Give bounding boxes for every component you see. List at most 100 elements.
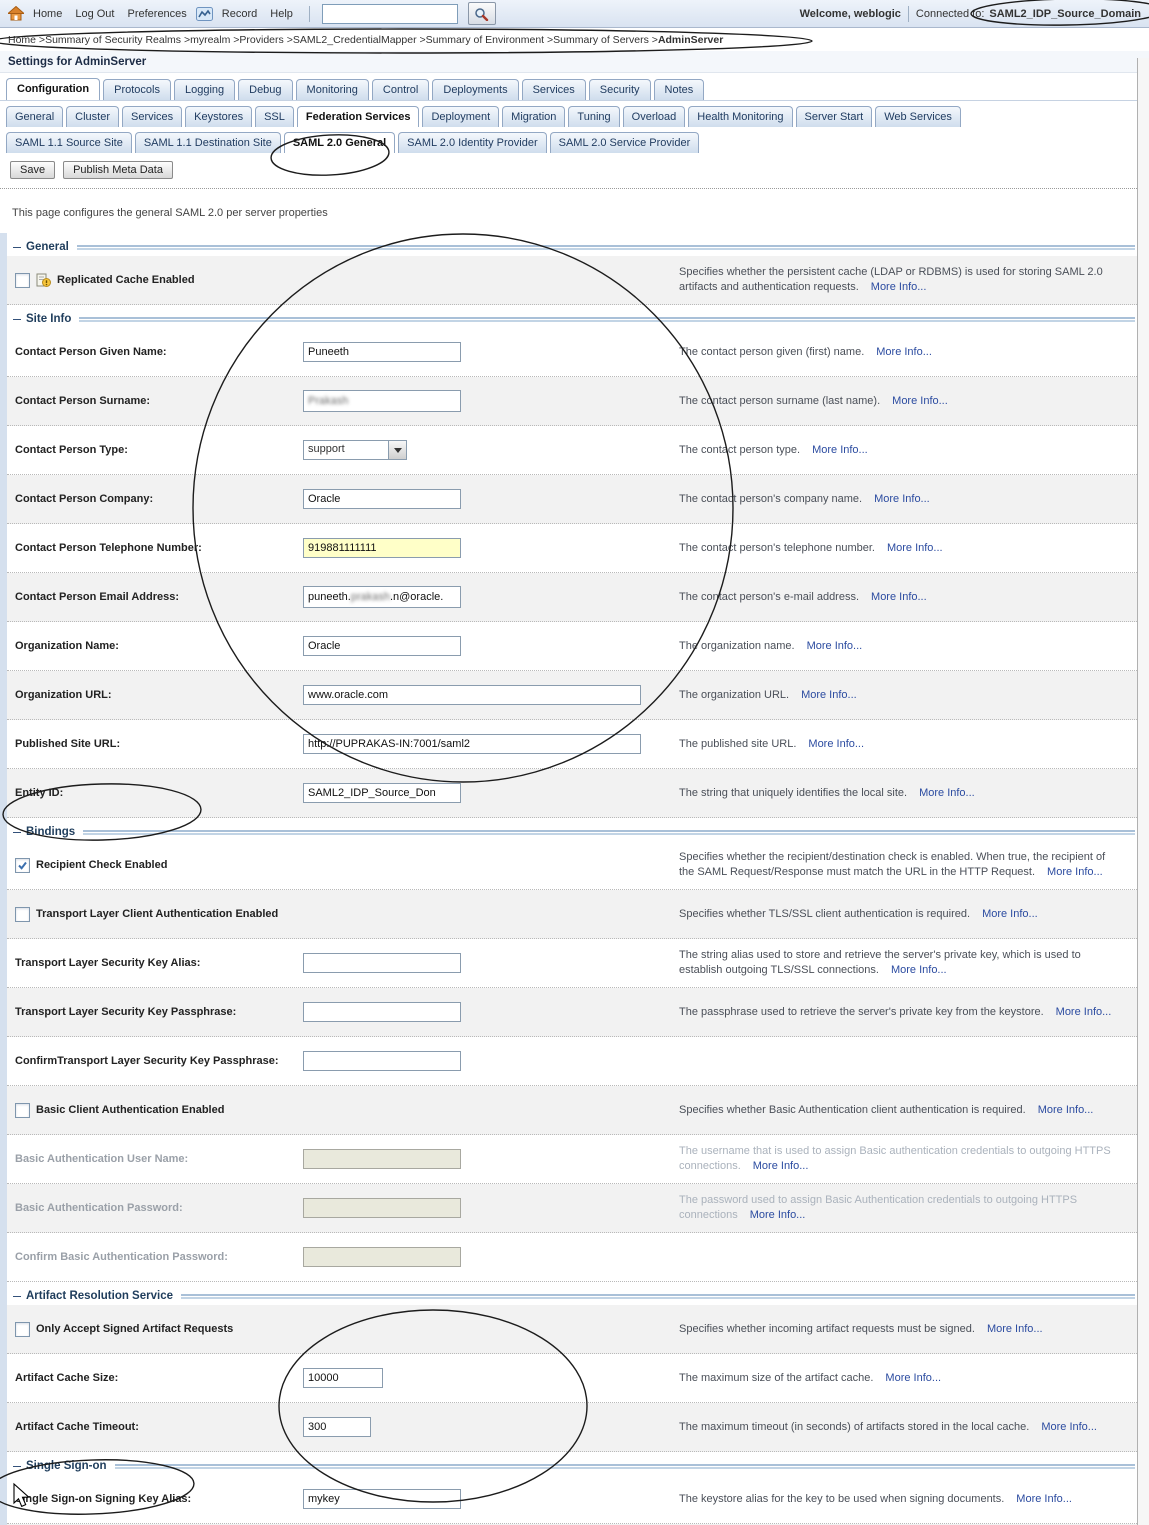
- contact-person-type-select[interactable]: support: [303, 440, 407, 460]
- contact-person-surname-input[interactable]: Prakash: [303, 390, 461, 412]
- more-info-link[interactable]: More Info...: [807, 640, 863, 652]
- tab-monitoring[interactable]: Monitoring: [296, 79, 369, 100]
- tab-deployments[interactable]: Deployments: [432, 79, 518, 100]
- breadcrumb-item-summary-of-security-realms[interactable]: Summary of Security Realms: [45, 34, 181, 46]
- published-site-url-input[interactable]: [303, 734, 641, 754]
- only-accept-signed-artifact-requests-checkbox[interactable]: [15, 1322, 30, 1337]
- more-info-link[interactable]: More Info...: [1056, 1006, 1112, 1018]
- more-info-link[interactable]: More Info...: [876, 346, 932, 358]
- tab-saml-2-0-service-provider[interactable]: SAML 2.0 Service Provider: [550, 132, 700, 153]
- single-sign-on-signing-key-alias-input[interactable]: [303, 1489, 461, 1509]
- more-info-link[interactable]: More Info...: [812, 444, 868, 456]
- tab-migration[interactable]: Migration: [502, 106, 565, 127]
- more-info-link[interactable]: More Info...: [1016, 1493, 1072, 1505]
- tab-logging[interactable]: Logging: [174, 79, 235, 100]
- logout-link[interactable]: Log Out: [71, 8, 118, 20]
- tab-deployment[interactable]: Deployment: [422, 106, 499, 127]
- search-input[interactable]: [322, 4, 458, 24]
- chevron-down-icon[interactable]: [388, 441, 406, 459]
- tab-health-monitoring[interactable]: Health Monitoring: [688, 106, 792, 127]
- collapse-icon[interactable]: [13, 1296, 21, 1297]
- collapse-icon[interactable]: [13, 319, 21, 320]
- tab-web-services[interactable]: Web Services: [875, 106, 961, 127]
- more-info-link[interactable]: More Info...: [753, 1160, 809, 1172]
- contact-person-telephone-number-input[interactable]: [303, 538, 461, 558]
- more-info-link[interactable]: More Info...: [871, 281, 927, 293]
- tab-debug[interactable]: Debug: [238, 79, 292, 100]
- field-label: Transport Layer Security Key Alias:: [15, 957, 200, 969]
- tab-cluster[interactable]: Cluster: [66, 106, 119, 127]
- more-info-link[interactable]: More Info...: [919, 787, 975, 799]
- basic-client-authentication-enabled-checkbox[interactable]: [15, 1103, 30, 1118]
- confirmtransport-layer-security-key-passphrase-input[interactable]: [303, 1051, 461, 1071]
- entity-id-input[interactable]: [303, 783, 461, 803]
- transport-layer-security-key-alias-input[interactable]: [303, 953, 461, 973]
- vertical-scrollbar[interactable]: [1137, 58, 1149, 1525]
- home-link[interactable]: Home: [29, 8, 66, 20]
- more-info-link[interactable]: More Info...: [1041, 1421, 1097, 1433]
- tab-tuning[interactable]: Tuning: [568, 106, 619, 127]
- tab-protocols[interactable]: Protocols: [103, 79, 171, 100]
- more-info-link[interactable]: More Info...: [801, 689, 857, 701]
- tab-notes[interactable]: Notes: [654, 79, 705, 100]
- more-info-link[interactable]: More Info...: [808, 738, 864, 750]
- collapse-icon[interactable]: [13, 832, 21, 833]
- more-info-link[interactable]: More Info...: [892, 395, 948, 407]
- breadcrumb-separator: >: [181, 34, 190, 46]
- transport-layer-client-authentication-enabled-checkbox[interactable]: [15, 907, 30, 922]
- tab-keystores[interactable]: Keystores: [185, 106, 252, 127]
- breadcrumb-item-saml2-credentialmapper[interactable]: SAML2_CredentialMapper: [293, 34, 417, 46]
- tab-services[interactable]: Services: [522, 79, 586, 100]
- artifact-cache-timeout-input[interactable]: [303, 1417, 371, 1437]
- more-info-link[interactable]: More Info...: [874, 493, 930, 505]
- tab-saml-2-0-identity-provider[interactable]: SAML 2.0 Identity Provider: [398, 132, 546, 153]
- tab-saml-1-1-destination-site[interactable]: SAML 1.1 Destination Site: [135, 132, 281, 153]
- recipient-check-enabled-checkbox[interactable]: [15, 858, 30, 873]
- tab-services[interactable]: Services: [122, 106, 182, 127]
- contact-person-email-address-input[interactable]: puneeth.prakash.n@oracle.: [303, 586, 461, 608]
- more-info-link[interactable]: More Info...: [1038, 1104, 1094, 1116]
- organization-url-input[interactable]: [303, 685, 641, 705]
- more-info-link[interactable]: More Info...: [887, 542, 943, 554]
- more-info-link[interactable]: More Info...: [750, 1209, 806, 1221]
- replicated-cache-enabled-checkbox[interactable]: [15, 273, 30, 288]
- transport-layer-security-key-passphrase-input[interactable]: [303, 1002, 461, 1022]
- tab-overload[interactable]: Overload: [623, 106, 686, 127]
- tab-security[interactable]: Security: [589, 79, 651, 100]
- field-label: Transport Layer Security Key Passphrase:: [15, 1006, 236, 1018]
- more-info-link[interactable]: More Info...: [1047, 866, 1103, 878]
- tab-ssl[interactable]: SSL: [255, 106, 294, 127]
- breadcrumb-item-summary-of-servers[interactable]: Summary of Servers: [553, 34, 649, 46]
- save-button[interactable]: Save: [10, 161, 55, 179]
- field-label-cell: Basic Authentication Password:: [7, 1202, 303, 1214]
- more-info-link[interactable]: More Info...: [987, 1323, 1043, 1335]
- more-info-link[interactable]: More Info...: [891, 964, 947, 976]
- tab-federation-services[interactable]: Federation Services: [297, 106, 420, 127]
- publish-meta-data-button[interactable]: Publish Meta Data: [63, 161, 173, 179]
- preferences-link[interactable]: Preferences: [123, 8, 190, 20]
- tab-saml-2-0-general[interactable]: SAML 2.0 General: [284, 132, 395, 153]
- tab-general[interactable]: General: [6, 106, 63, 127]
- description-text: The contact person's e-mail address.: [679, 591, 859, 603]
- more-info-link[interactable]: More Info...: [885, 1372, 941, 1384]
- help-link[interactable]: Help: [266, 8, 297, 20]
- search-button[interactable]: [468, 2, 496, 25]
- more-info-link[interactable]: More Info...: [871, 591, 927, 603]
- record-link[interactable]: Record: [218, 8, 261, 20]
- contact-person-given-name-input[interactable]: [303, 342, 461, 362]
- collapse-icon[interactable]: [13, 1466, 21, 1467]
- tab-server-start[interactable]: Server Start: [796, 106, 873, 127]
- welcome-text: Welcome, weblogic: [800, 8, 901, 20]
- breadcrumb-item-home[interactable]: Home: [8, 34, 36, 46]
- organization-name-input[interactable]: [303, 636, 461, 656]
- contact-person-company-input[interactable]: [303, 489, 461, 509]
- artifact-cache-size-input[interactable]: [303, 1368, 383, 1388]
- breadcrumb-item-providers[interactable]: Providers: [239, 34, 283, 46]
- tab-configuration[interactable]: Configuration: [6, 78, 100, 100]
- breadcrumb-item-myrealm[interactable]: myrealm: [190, 34, 230, 46]
- tab-control[interactable]: Control: [372, 79, 429, 100]
- more-info-link[interactable]: More Info...: [982, 908, 1038, 920]
- tab-saml-1-1-source-site[interactable]: SAML 1.1 Source Site: [6, 132, 132, 153]
- collapse-icon[interactable]: [13, 247, 21, 248]
- breadcrumb-item-summary-of-environment[interactable]: Summary of Environment: [426, 34, 544, 46]
